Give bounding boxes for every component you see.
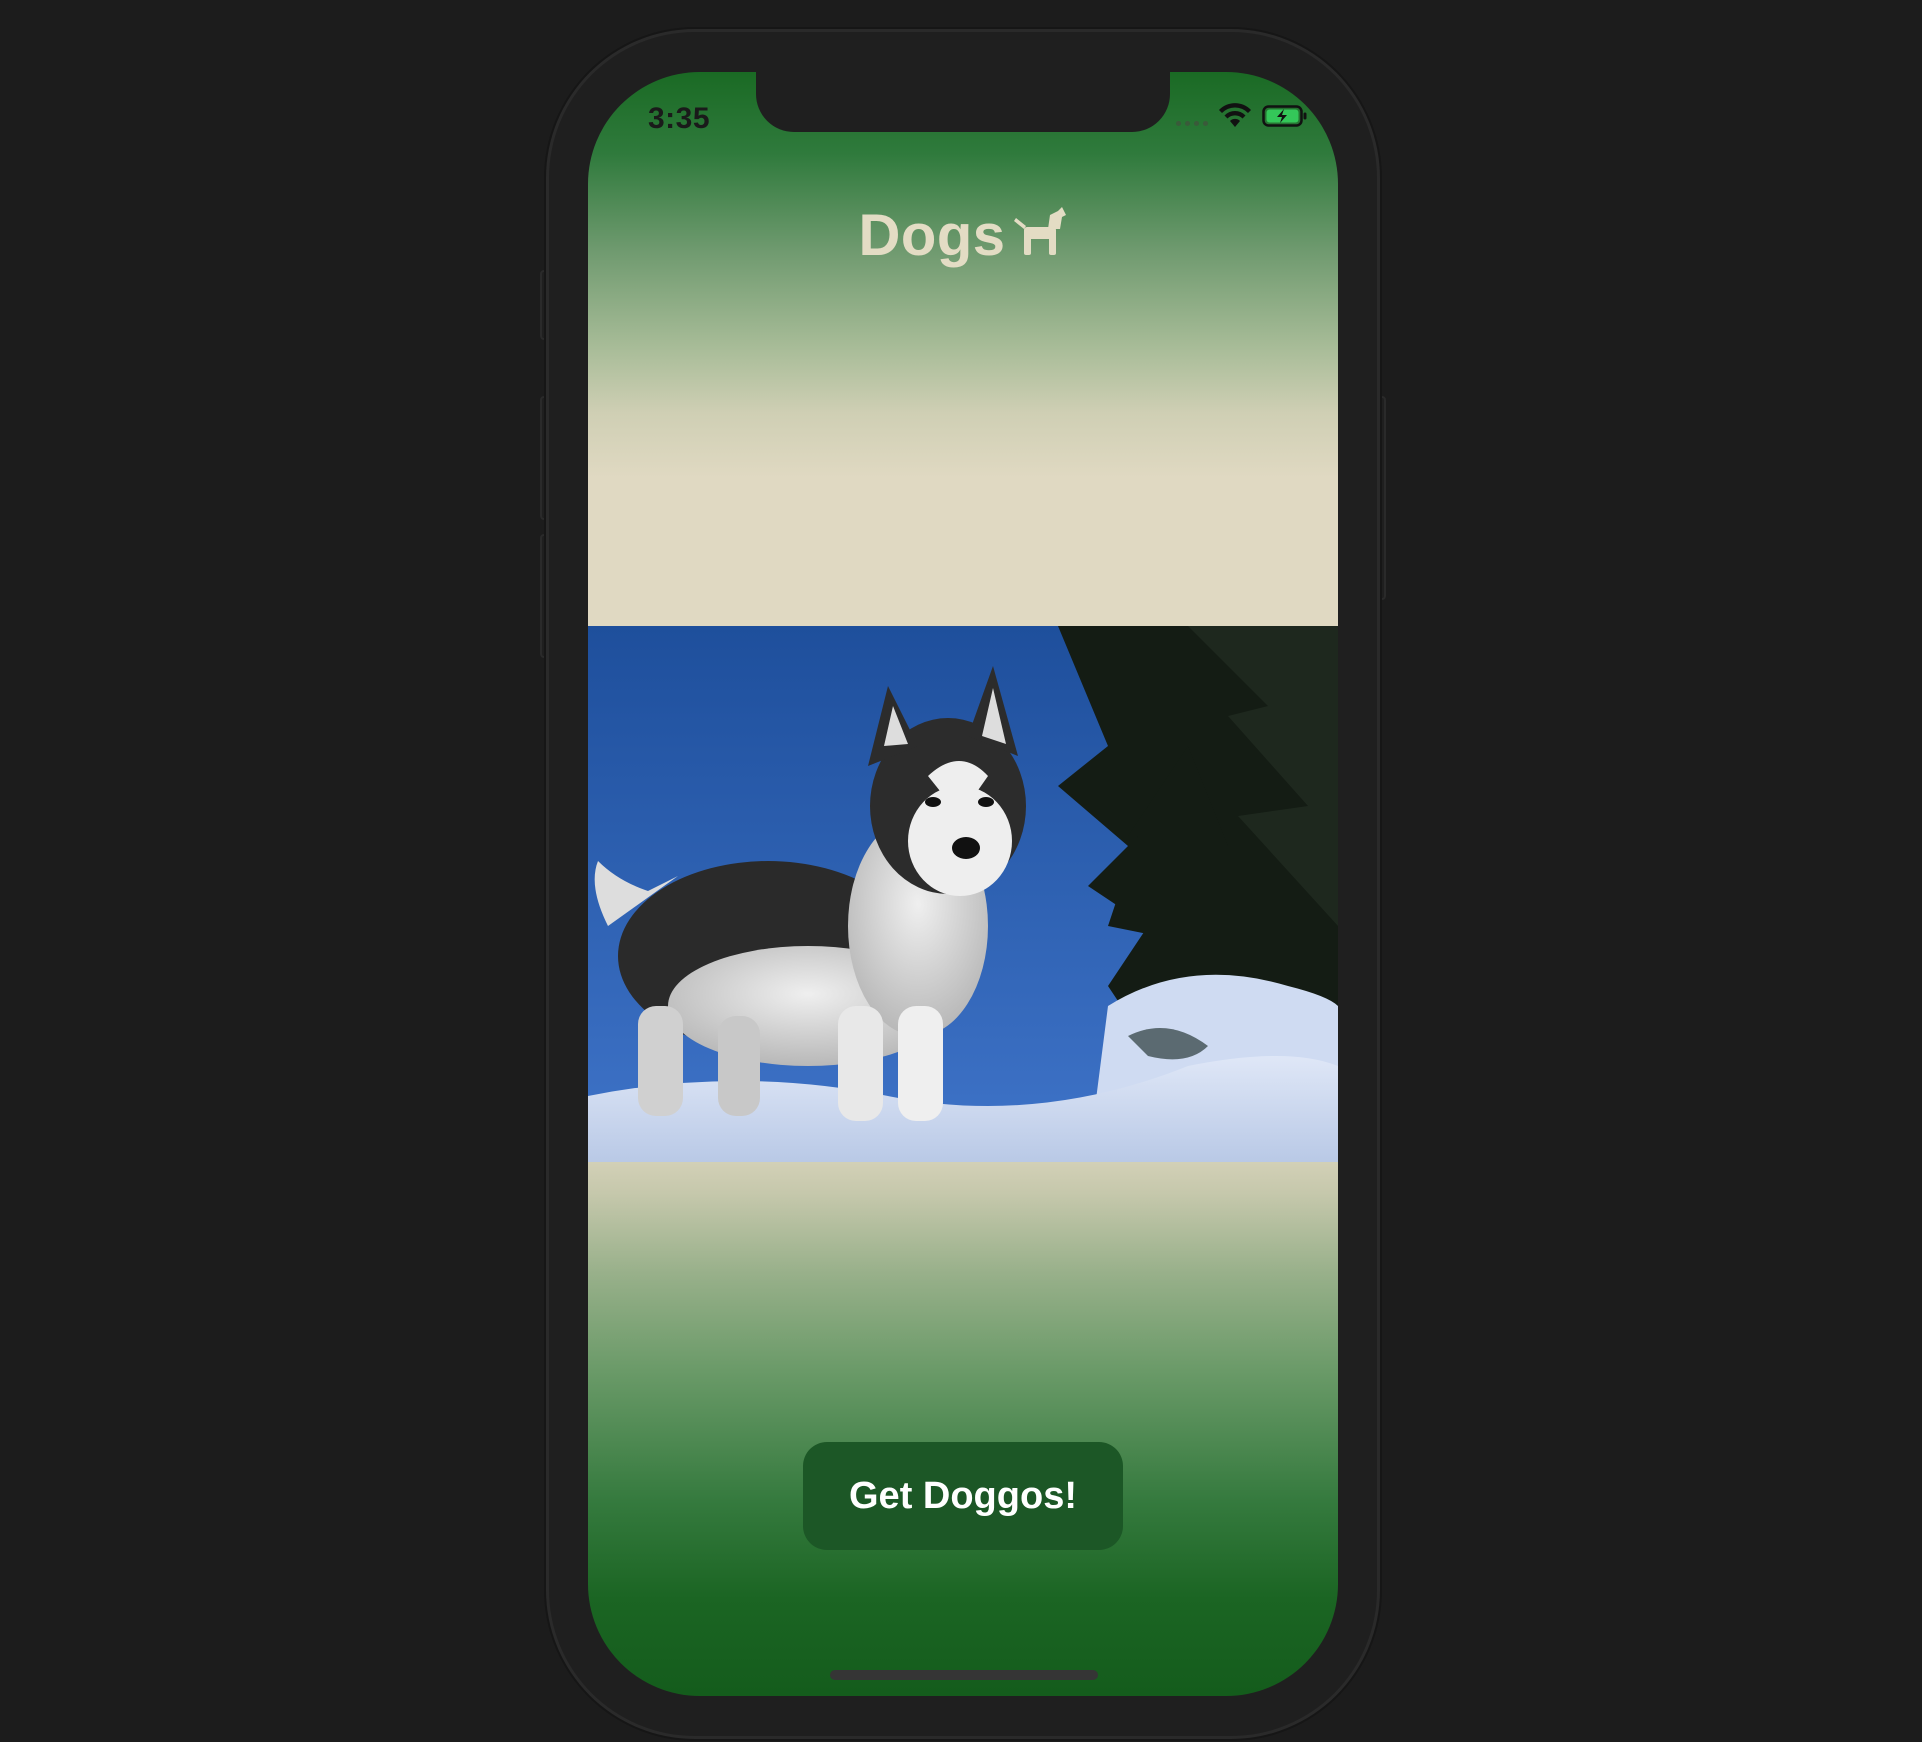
home-indicator[interactable] xyxy=(830,1670,1098,1680)
battery-charging-icon xyxy=(1262,104,1308,133)
dog-icon xyxy=(1012,205,1068,266)
simulator-stage: 3:35 Dogs Get Doggos! xyxy=(0,0,1922,1742)
status-icons xyxy=(1176,100,1308,136)
signal-dots-icon xyxy=(1176,120,1208,126)
wifi-icon xyxy=(1218,102,1252,134)
notch xyxy=(756,72,1170,132)
title-row: Dogs xyxy=(588,202,1338,269)
get-doggos-button[interactable]: Get Doggos! xyxy=(803,1442,1123,1550)
status-time: 3:35 xyxy=(648,102,711,135)
dog-image xyxy=(588,626,1338,1162)
page-title: Dogs xyxy=(858,203,1006,268)
app-screen: 3:35 Dogs Get Doggos! xyxy=(588,72,1338,1696)
